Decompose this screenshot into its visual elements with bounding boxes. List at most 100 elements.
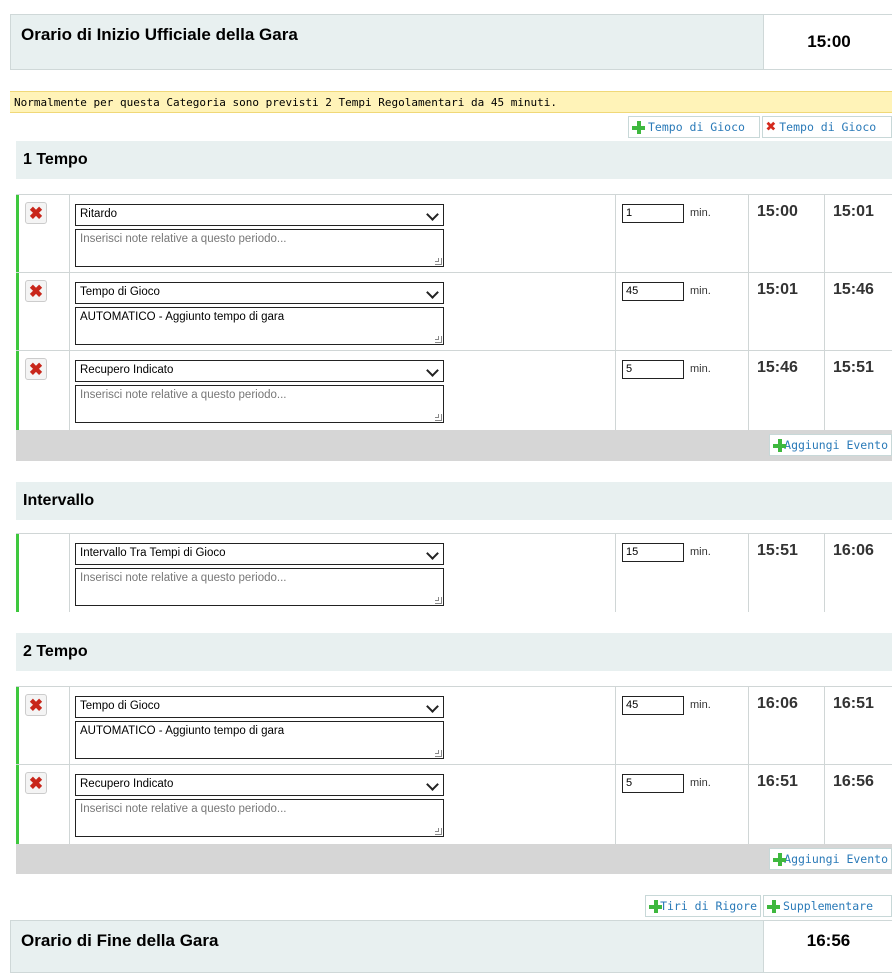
section-footer: Aggiungi Evento <box>16 844 892 874</box>
add-event-button[interactable]: Aggiungi Evento <box>769 848 892 870</box>
resize-handle-icon[interactable] <box>435 414 442 421</box>
minutes-input[interactable]: 45 <box>622 696 684 715</box>
event-type-value: Ritardo <box>80 208 118 220</box>
section-header-2-tempo: 2 Tempo <box>16 633 892 671</box>
minutes-input[interactable]: 5 <box>622 774 684 793</box>
event-row: ✖ Tempo di Gioco AUTOMATICO - Aggiunto t… <box>16 272 892 351</box>
close-icon: ✖ <box>28 359 44 379</box>
event-end-time: 15:51 <box>833 359 874 376</box>
event-note-textarea[interactable]: Inserisci note relative a questo periodo… <box>75 385 444 423</box>
event-type-value: Recupero Indicato <box>80 778 174 790</box>
event-note-textarea[interactable]: Inserisci note relative a questo periodo… <box>75 229 444 267</box>
event-start-time: 15:51 <box>757 542 798 559</box>
delete-event-button[interactable]: ✖ <box>25 202 47 224</box>
event-end-time: 15:46 <box>833 281 874 298</box>
section-title: Intervallo <box>23 492 95 509</box>
close-icon: ✖ <box>28 281 44 301</box>
event-type-value: Intervallo Tra Tempi di Gioco <box>80 547 226 559</box>
official-start-label: Orario di Inizio Ufficiale della Gara <box>21 25 298 44</box>
close-icon: ✖ <box>766 116 777 137</box>
event-start-time: 16:51 <box>757 773 798 790</box>
event-type-select[interactable]: Recupero Indicato <box>75 774 444 796</box>
event-type-select[interactable]: Tempo di Gioco <box>75 696 444 718</box>
plus-icon <box>773 852 787 866</box>
minutes-input[interactable]: 5 <box>622 360 684 379</box>
event-start-time: 16:06 <box>757 695 798 712</box>
event-end-time: 15:01 <box>833 203 874 220</box>
extra-time-button[interactable]: Supplementare <box>763 895 892 917</box>
category-notice: Normalmente per questa Categoria sono pr… <box>10 91 892 113</box>
resize-handle-icon[interactable] <box>435 336 442 343</box>
note-placeholder: Inserisci note relative a questo periodo… <box>80 803 287 815</box>
remove-play-time-label: Tempo di Gioco <box>779 120 877 134</box>
penalties-button[interactable]: Tiri di Rigore <box>645 895 761 917</box>
minutes-input[interactable]: 15 <box>622 543 684 562</box>
add-event-label: Aggiungi Evento <box>784 852 888 866</box>
event-type-value: Tempo di Gioco <box>80 286 160 298</box>
plus-icon <box>767 899 780 913</box>
remove-play-time-button[interactable]: ✖ Tempo di Gioco <box>762 116 892 138</box>
add-play-time-label: Tempo di Gioco <box>648 120 745 134</box>
note-placeholder: Inserisci note relative a questo periodo… <box>80 572 287 584</box>
end-time-row: Orario di Fine della Gara 16:56 <box>10 920 892 973</box>
minutes-input[interactable]: 45 <box>622 282 684 301</box>
add-event-label: Aggiungi Evento <box>784 438 888 452</box>
event-type-select[interactable]: Intervallo Tra Tempi di Gioco <box>75 543 444 565</box>
plus-icon <box>649 899 663 913</box>
plus-icon <box>773 438 787 452</box>
event-note-textarea[interactable]: AUTOMATICO - Aggiunto tempo di gara <box>75 721 444 759</box>
chevron-down-icon <box>426 208 439 221</box>
delete-event-button[interactable]: ✖ <box>25 280 47 302</box>
minutes-unit: min. <box>690 777 711 789</box>
event-row: ✖ Recupero Indicato Inserisci note relat… <box>16 764 892 845</box>
end-time-value: 16:56 <box>763 921 892 972</box>
close-icon: ✖ <box>28 695 44 715</box>
event-note-textarea[interactable]: Inserisci note relative a questo periodo… <box>75 568 444 606</box>
delete-event-button[interactable]: ✖ <box>25 694 47 716</box>
extra-time-label: Supplementare <box>783 899 874 913</box>
event-type-value: Tempo di Gioco <box>80 700 160 712</box>
note-placeholder: Inserisci note relative a questo periodo… <box>80 233 287 245</box>
official-start-time: 15:00 <box>763 15 892 69</box>
note-placeholder: Inserisci note relative a questo periodo… <box>80 389 287 401</box>
event-row: ✖ Recupero Indicato Inserisci note relat… <box>16 350 892 431</box>
plus-icon <box>632 120 645 134</box>
event-start-time: 15:01 <box>757 281 798 298</box>
event-end-time: 16:51 <box>833 695 874 712</box>
event-row: ✖ Ritardo Inserisci note relative a ques… <box>16 194 892 273</box>
chevron-down-icon <box>426 547 439 560</box>
note-text: AUTOMATICO - Aggiunto tempo di gara <box>80 725 285 737</box>
resize-handle-icon[interactable] <box>435 750 442 757</box>
event-note-textarea[interactable]: AUTOMATICO - Aggiunto tempo di gara <box>75 307 444 345</box>
event-row: Intervallo Tra Tempi di Gioco Inserisci … <box>16 533 892 612</box>
resize-handle-icon[interactable] <box>435 597 442 604</box>
event-type-select[interactable]: Recupero Indicato <box>75 360 444 382</box>
section-footer: Aggiungi Evento <box>16 430 892 461</box>
chevron-down-icon <box>426 700 439 713</box>
delete-event-button[interactable]: ✖ <box>25 772 47 794</box>
add-event-button[interactable]: Aggiungi Evento <box>769 434 892 456</box>
event-type-select[interactable]: Tempo di Gioco <box>75 282 444 304</box>
event-note-textarea[interactable]: Inserisci note relative a questo periodo… <box>75 799 444 837</box>
add-play-time-button[interactable]: Tempo di Gioco <box>628 116 760 138</box>
event-end-time: 16:06 <box>833 542 874 559</box>
section-header-intervallo: Intervallo <box>16 482 892 520</box>
minutes-unit: min. <box>690 363 711 375</box>
delete-event-button[interactable]: ✖ <box>25 358 47 380</box>
official-start-row: Orario di Inizio Ufficiale della Gara 15… <box>10 14 892 70</box>
resize-handle-icon[interactable] <box>435 828 442 835</box>
minutes-unit: min. <box>690 285 711 297</box>
end-time-label: Orario di Fine della Gara <box>21 931 219 950</box>
minutes-unit: min. <box>690 546 711 558</box>
event-type-value: Recupero Indicato <box>80 364 174 376</box>
resize-handle-icon[interactable] <box>435 258 442 265</box>
minutes-unit: min. <box>690 207 711 219</box>
event-end-time: 16:56 <box>833 773 874 790</box>
event-start-time: 15:46 <box>757 359 798 376</box>
chevron-down-icon <box>426 778 439 791</box>
event-type-select[interactable]: Ritardo <box>75 204 444 226</box>
note-text: AUTOMATICO - Aggiunto tempo di gara <box>80 311 285 323</box>
chevron-down-icon <box>426 364 439 377</box>
chevron-down-icon <box>426 286 439 299</box>
minutes-input[interactable]: 1 <box>622 204 684 223</box>
